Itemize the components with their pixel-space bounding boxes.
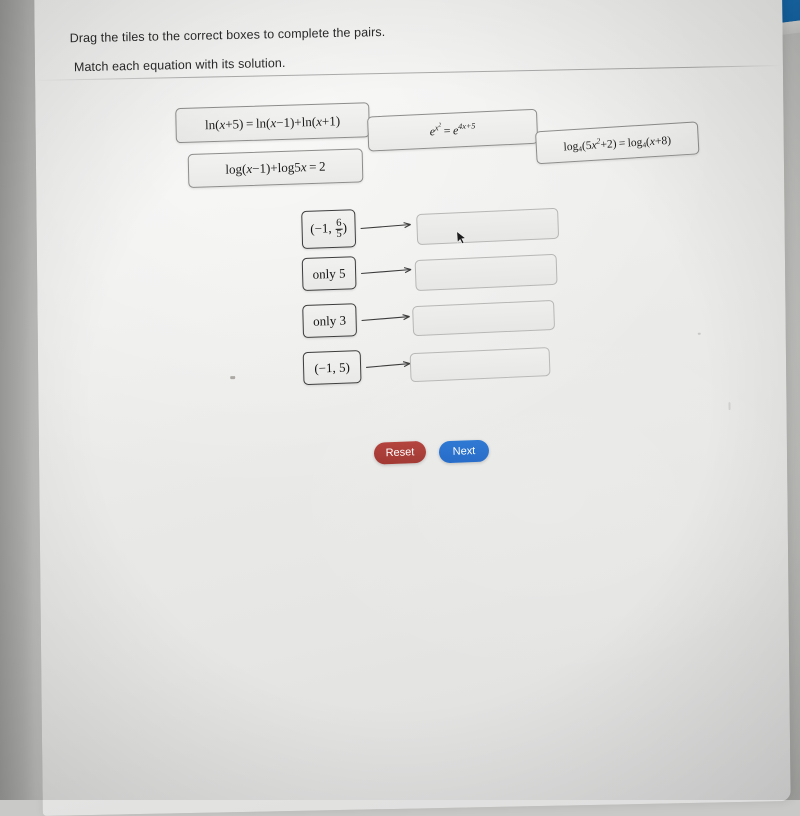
- equation-tile-1-text: ln(x+5) = ln(x−1)+ln(x+1): [204, 112, 341, 132]
- answer-tile-1[interactable]: (−1, 6 5): [301, 209, 357, 250]
- equation-tile-1[interactable]: ln(x+5) = ln(x−1)+ln(x+1): [175, 102, 370, 144]
- equation-tile-3[interactable]: ex2 = e4x+5: [367, 108, 539, 152]
- next-button-label: Next: [452, 445, 476, 458]
- equation-tile-3-text: ex2 = e4x+5: [429, 121, 476, 139]
- equation-tile-2[interactable]: log(x−1)+log5x = 2: [187, 148, 364, 189]
- answer-tile-2-text: only 5: [312, 265, 346, 282]
- answer-tile-2[interactable]: only 5: [301, 256, 357, 292]
- drop-box-3[interactable]: [412, 299, 556, 337]
- mouse-pointer-icon: [456, 230, 468, 246]
- equation-tile-4-text: log4(5x2+2) = log4(x+8): [563, 134, 672, 154]
- photo-speck: [728, 402, 731, 411]
- assignment-page: Drag the tiles to the correct boxes to c…: [33, 0, 791, 816]
- answer-tile-3[interactable]: only 3: [302, 303, 358, 339]
- photo-speck: [230, 376, 236, 380]
- drop-box-2[interactable]: [414, 253, 558, 292]
- equation-tile-4[interactable]: log4(5x2+2) = log4(x+8): [535, 121, 700, 165]
- drop-box-1[interactable]: [416, 207, 560, 246]
- answer-tile-4[interactable]: (−1, 5): [302, 350, 362, 386]
- instruction-line-1: Drag the tiles to the correct boxes to c…: [69, 24, 386, 46]
- photo-speck: [697, 332, 701, 335]
- drop-box-4[interactable]: [409, 347, 551, 383]
- answer-tile-3-text: only 3: [312, 312, 347, 329]
- answer-tile-4-text: (−1, 5): [314, 358, 351, 376]
- connector-arrow-3: [361, 313, 418, 324]
- instruction-line-2: Match each equation with its solution.: [73, 55, 286, 75]
- reset-button-label: Reset: [385, 446, 415, 460]
- answer-tile-1-text: (−1, 6 5): [310, 217, 348, 240]
- connector-arrow-1: [360, 221, 419, 232]
- equation-tile-2-text: log(x−1)+log5x = 2: [225, 158, 326, 177]
- connector-arrow-2: [361, 266, 419, 277]
- next-button[interactable]: Next: [438, 439, 490, 464]
- reset-button[interactable]: Reset: [373, 440, 427, 465]
